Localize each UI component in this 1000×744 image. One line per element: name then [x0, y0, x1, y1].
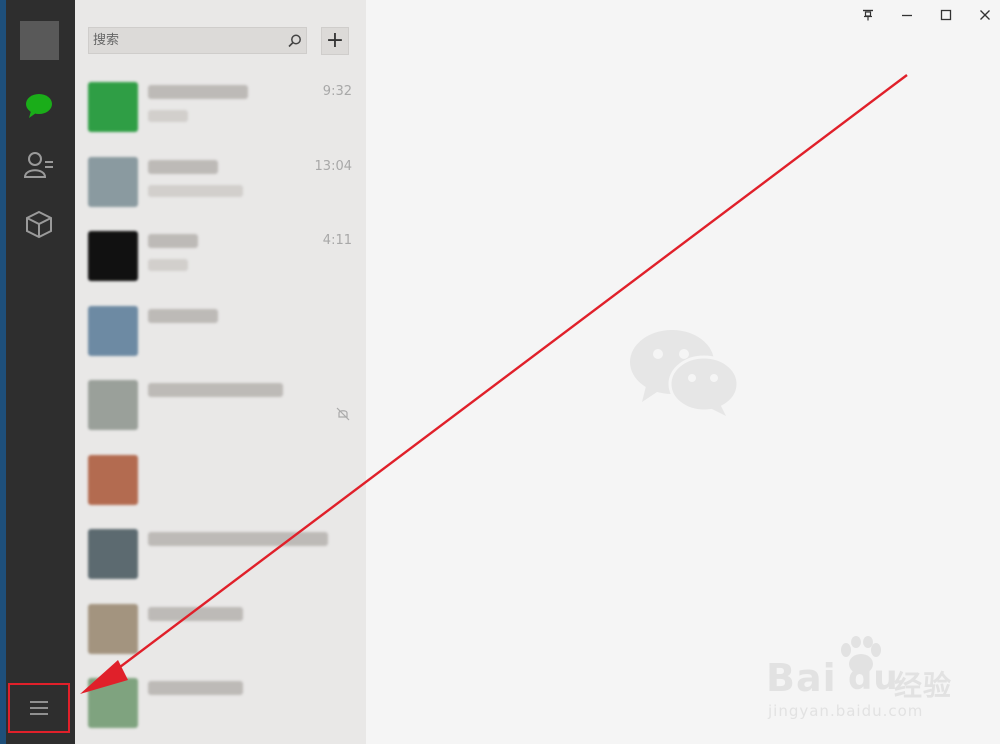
- chat-preview-redacted: [148, 110, 188, 122]
- chat-list-item[interactable]: [75, 443, 366, 517]
- chat-name-redacted: [148, 308, 218, 323]
- chat-name-redacted: [148, 532, 328, 546]
- chat-list-item[interactable]: [75, 666, 366, 740]
- pin-icon: [863, 9, 873, 21]
- chat-time: 13:04: [314, 158, 352, 174]
- chat-list-panel: + 9:32 13:04 4:11: [75, 0, 366, 744]
- chat-name-redacted: [148, 159, 218, 174]
- watermark-brand: Bai: [766, 656, 837, 700]
- chat-list-item[interactable]: [75, 368, 366, 442]
- hamburger-icon: [30, 701, 48, 715]
- chat-time: 9:32: [322, 84, 352, 99]
- minimize-button[interactable]: [893, 4, 921, 26]
- chat-avatar: [88, 380, 138, 430]
- maximize-button[interactable]: [932, 4, 960, 26]
- chat-icon[interactable]: [22, 89, 56, 123]
- close-button[interactable]: [971, 4, 999, 26]
- chat-name-redacted: [148, 383, 283, 397]
- close-icon: [980, 10, 990, 20]
- pin-window-button[interactable]: [854, 4, 882, 26]
- chat-time: 4:11: [322, 233, 352, 248]
- conversation-pane: [366, 0, 1000, 744]
- search-input[interactable]: [89, 28, 284, 53]
- chat-avatar: [88, 454, 138, 505]
- chat-avatar: [88, 231, 138, 281]
- chat-list-item[interactable]: [75, 517, 366, 591]
- menu-button[interactable]: [8, 683, 70, 733]
- chat-name-redacted: [148, 606, 243, 621]
- baidu-watermark: Bai du 经验 jingyan.baidu.com: [766, 636, 956, 726]
- left-rail: [0, 0, 75, 744]
- add-chat-button[interactable]: +: [321, 27, 349, 55]
- chat-name-redacted: [148, 681, 243, 695]
- watermark-brand2: du: [848, 658, 899, 698]
- chat-list-item[interactable]: 4:11: [75, 219, 366, 293]
- chat-avatar: [88, 82, 138, 132]
- chat-name-redacted: [148, 85, 248, 99]
- chat-name-redacted: [148, 234, 198, 248]
- chat-preview-redacted: [148, 184, 243, 197]
- chat-list-item[interactable]: 13:04: [75, 145, 366, 219]
- maximize-icon: [940, 9, 952, 21]
- search-icon[interactable]: [284, 30, 306, 52]
- chat-list-item[interactable]: [75, 294, 366, 368]
- chat-preview-redacted: [148, 259, 188, 271]
- chat-avatar: [88, 603, 138, 654]
- favorites-cube-icon[interactable]: [22, 207, 56, 241]
- watermark-suffix: 经验: [894, 669, 953, 702]
- chat-avatar: [88, 156, 138, 207]
- minimize-icon: [902, 14, 912, 17]
- contacts-icon[interactable]: [22, 148, 56, 182]
- muted-bell-icon: [336, 406, 350, 425]
- watermark-url: jingyan.baidu.com: [768, 702, 924, 720]
- chat-list-item[interactable]: 9:32: [75, 70, 366, 144]
- chat-avatar: [88, 678, 138, 728]
- wechat-logo-icon: [630, 330, 740, 416]
- search-box[interactable]: [88, 27, 307, 54]
- chat-avatar: [88, 305, 138, 356]
- chat-avatar: [88, 529, 138, 579]
- user-avatar[interactable]: [20, 21, 59, 60]
- chat-list-item[interactable]: [75, 592, 366, 666]
